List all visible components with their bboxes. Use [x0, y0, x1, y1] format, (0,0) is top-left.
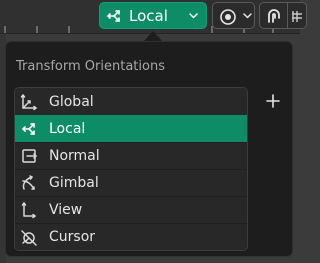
- transform-orientation-dropdown[interactable]: Local: [99, 2, 207, 29]
- orientation-global-icon: [19, 92, 39, 112]
- popup-title: Transform Orientations: [16, 59, 165, 74]
- orientation-value: Local: [129, 6, 168, 25]
- snap-toggle-button[interactable]: [259, 2, 287, 29]
- orientation-item-gimbal[interactable]: Gimbal: [15, 169, 247, 196]
- chevron-down-icon: [189, 12, 198, 19]
- add-orientation-button[interactable]: [265, 93, 281, 109]
- orientation-item-normal[interactable]: Normal: [15, 142, 247, 169]
- header-tick: [36, 26, 38, 33]
- snap-grid-icon: [291, 7, 303, 25]
- header-tick: [4, 26, 6, 33]
- orientation-item-label: Global: [49, 93, 94, 110]
- orientation-item-view[interactable]: View: [15, 196, 247, 223]
- orientation-gimbal-icon: [19, 173, 39, 193]
- snap-options-button[interactable]: [287, 2, 307, 29]
- orientation-local-icon: [105, 7, 123, 25]
- orientation-cursor-icon: [19, 227, 39, 247]
- pivot-point-dropdown[interactable]: [212, 2, 255, 29]
- orientation-item-label: Normal: [49, 148, 100, 164]
- orientation-item-cursor[interactable]: Cursor: [15, 223, 247, 250]
- orientation-normal-icon: [19, 146, 39, 166]
- orientation-item-label: Local: [49, 121, 86, 137]
- header-tick: [68, 26, 70, 33]
- pivot-point-icon: [218, 6, 240, 26]
- orientation-item-label: View: [49, 202, 83, 218]
- orientation-view-icon: [19, 200, 39, 220]
- transform-orientations-popup: Transform Orientations Global Local Norm…: [5, 41, 293, 257]
- chevron-down-icon: [243, 12, 252, 19]
- magnet-icon: [264, 6, 284, 26]
- orientation-list: Global Local Normal Gimbal View Cursor: [14, 87, 248, 251]
- orientation-item-global[interactable]: Global: [15, 88, 247, 115]
- orientation-item-label: Gimbal: [49, 175, 99, 191]
- orientation-local-icon: [19, 119, 39, 139]
- orientation-item-label: Cursor: [49, 229, 96, 245]
- orientation-item-local[interactable]: Local: [15, 115, 247, 142]
- plus-icon: [265, 93, 281, 109]
